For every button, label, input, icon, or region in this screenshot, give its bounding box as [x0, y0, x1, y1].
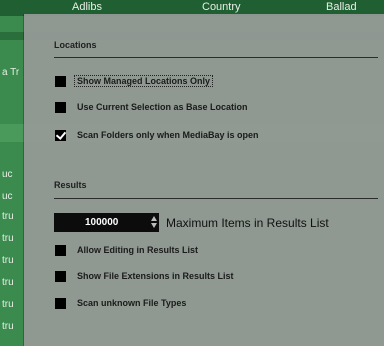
background-header-cell: Ballad [326, 1, 357, 13]
show-managed-locations-checkbox[interactable]: Show Managed Locations Only [55, 74, 214, 88]
checkbox-label: Show Managed Locations Only [74, 75, 214, 87]
checkbox-label: Use Current Selection as Base Location [77, 102, 248, 112]
max-items-value: 100000 [85, 217, 119, 228]
checkbox-label: Scan unknown File Types [77, 298, 187, 308]
checkbox-box[interactable] [55, 75, 66, 87]
stepper-icon[interactable] [151, 216, 157, 229]
background-header-cell: Adlibs [72, 1, 102, 13]
checkmark-icon[interactable] [55, 129, 66, 141]
background-header-cell: Country [202, 1, 241, 13]
locations-section-title: Locations [54, 40, 97, 50]
stepper-down-icon[interactable] [151, 223, 157, 228]
checkbox-box[interactable] [55, 101, 66, 113]
max-items-label: Maximum Items in Results List [166, 216, 329, 230]
max-items-input[interactable]: 100000 [54, 213, 159, 232]
checkbox-box[interactable] [55, 244, 66, 256]
results-divider [54, 198, 378, 199]
checkbox-label: Allow Editing in Results List [77, 245, 199, 255]
checkbox-label: Show File Extensions in Results List [77, 271, 234, 281]
scan-folders-checkbox[interactable]: Scan Folders only when MediaBay is open [55, 128, 259, 142]
allow-editing-checkbox[interactable]: Allow Editing in Results List [55, 243, 198, 257]
locations-divider [54, 57, 378, 58]
results-section-title: Results [54, 180, 87, 190]
checkbox-box[interactable] [55, 270, 66, 282]
use-current-selection-checkbox[interactable]: Use Current Selection as Base Location [55, 100, 248, 114]
preferences-panel: Locations Show Managed Locations Only Us… [24, 14, 384, 346]
checkbox-label: Scan Folders only when MediaBay is open [77, 130, 259, 140]
checkbox-box[interactable] [55, 297, 66, 309]
stepper-up-icon[interactable] [151, 216, 157, 221]
show-file-extensions-checkbox[interactable]: Show File Extensions in Results List [55, 269, 234, 283]
scan-unknown-file-types-checkbox[interactable]: Scan unknown File Types [55, 296, 186, 310]
